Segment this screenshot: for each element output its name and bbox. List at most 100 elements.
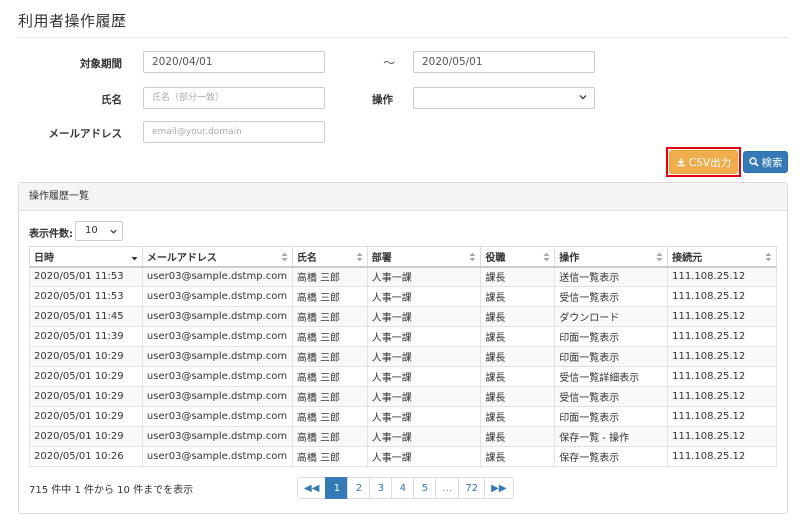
- chevron-down-icon: [579, 95, 587, 100]
- table-cell: 高橋 三郎: [291, 326, 368, 347]
- table-cell: 111.108.25.12: [667, 306, 777, 327]
- column-header-label: 氏名: [296, 252, 317, 264]
- name-label: 氏名: [101, 94, 122, 106]
- table-cell: 2020/05/01 11:45: [29, 306, 143, 327]
- table-cell: 人事一課: [366, 446, 482, 467]
- sort-icon: [765, 252, 772, 262]
- page-ellipsis[interactable]: …: [435, 477, 460, 499]
- sort-icon: [469, 252, 476, 262]
- range-separator: ～: [383, 56, 396, 70]
- table-row: 2020/05/01 10:29 user03@sample.dstmp.com 高…: [29, 386, 777, 407]
- column-header-source[interactable]: 接続元: [667, 246, 777, 268]
- email-input[interactable]: email@your.domain: [143, 121, 325, 143]
- table-cell: 人事一課: [366, 386, 482, 407]
- table-cell: user03@sample.dstmp.com: [141, 326, 293, 347]
- table-cell: 高橋 三郎: [291, 306, 368, 327]
- column-header-operation[interactable]: 操作: [554, 246, 669, 268]
- page-link[interactable]: 5: [413, 477, 437, 499]
- table-row: 2020/05/01 10:26 user03@sample.dstmp.com 高…: [29, 446, 777, 467]
- table-cell: 111.108.25.12: [667, 406, 777, 427]
- table-cell: 2020/05/01 10:29: [29, 346, 143, 367]
- operation-label: 操作: [372, 94, 393, 106]
- table-cell: 課長: [480, 406, 556, 427]
- table-cell: 課長: [480, 426, 556, 447]
- table-cell: 高橋 三郎: [291, 346, 368, 367]
- table-cell: 課長: [480, 286, 556, 307]
- column-header-name[interactable]: 氏名: [291, 246, 368, 268]
- column-header-label: 部署: [371, 252, 392, 264]
- table-row: 2020/05/01 11:53 user03@sample.dstmp.com 高…: [29, 286, 777, 307]
- table-cell: 111.108.25.12: [667, 446, 777, 467]
- table-row: 2020/05/01 11:39 user03@sample.dstmp.com 高…: [29, 326, 777, 347]
- email-label: メールアドレス: [48, 128, 123, 140]
- pagination: ◀◀ 1 2 3 4 5… 72 ▶▶: [297, 477, 514, 499]
- table-row: 2020/05/01 11:45 user03@sample.dstmp.com 高…: [29, 306, 777, 327]
- column-header-email[interactable]: メールアドレス: [141, 246, 293, 268]
- table-header-row: 日時 メールアドレス 氏名 部署 役職 操作 接続元: [29, 246, 777, 268]
- chevron-down-icon: [110, 229, 117, 234]
- table-cell: 2020/05/01 10:26: [29, 446, 143, 467]
- column-header-label: メールアドレス: [146, 252, 217, 264]
- search-button[interactable]: 検索: [743, 151, 788, 173]
- date-to-input[interactable]: 2020/05/01: [413, 51, 595, 73]
- operation-select[interactable]: [413, 87, 595, 109]
- table-cell: 高橋 三郎: [291, 366, 368, 387]
- page-link[interactable]: 1: [325, 477, 349, 499]
- table-cell: user03@sample.dstmp.com: [141, 286, 293, 307]
- table-cell: 課長: [480, 366, 556, 387]
- table-cell: 2020/05/01 10:29: [29, 386, 143, 407]
- table-row: 2020/05/01 10:29 user03@sample.dstmp.com 高…: [29, 406, 777, 427]
- sort-icon: [656, 252, 663, 262]
- table-cell: user03@sample.dstmp.com: [141, 266, 293, 287]
- table-cell: 2020/05/01 11:39: [29, 326, 143, 347]
- page-link[interactable]: 2: [347, 477, 371, 499]
- page-size-select[interactable]: 10: [75, 221, 123, 241]
- table-cell: ダウンロード: [554, 306, 669, 327]
- table-cell: 高橋 三郎: [291, 266, 368, 287]
- table-cell: 人事一課: [366, 286, 482, 307]
- column-header-position[interactable]: 役職: [480, 246, 556, 268]
- csv-export-button[interactable]: CSV出力: [669, 150, 738, 174]
- table-cell: user03@sample.dstmp.com: [141, 366, 293, 387]
- table-body: 2020/05/01 11:53 user03@sample.dstmp.com 高…: [29, 266, 777, 467]
- table-cell: 高橋 三郎: [291, 446, 368, 467]
- page-link[interactable]: 3: [369, 477, 393, 499]
- table-cell: 111.108.25.12: [667, 346, 777, 367]
- date-from-input[interactable]: 2020/04/01: [143, 51, 325, 73]
- panel-heading: 操作履歴一覧: [19, 183, 787, 211]
- table-cell: 課長: [480, 446, 556, 467]
- page-link[interactable]: 4: [391, 477, 415, 499]
- search-label: 検索: [761, 156, 783, 169]
- page-link[interactable]: 72: [458, 477, 486, 499]
- table-cell: 高橋 三郎: [291, 426, 368, 447]
- table-cell: user03@sample.dstmp.com: [141, 426, 293, 447]
- table-cell: 2020/05/01 10:29: [29, 406, 143, 427]
- sort-icon: [543, 252, 550, 262]
- page-last-button[interactable]: ▶▶: [484, 477, 514, 499]
- column-header-label: 操作: [559, 252, 580, 264]
- table-cell: 保存一覧 - 操作: [554, 426, 669, 447]
- table-cell: user03@sample.dstmp.com: [141, 406, 293, 427]
- period-label: 対象期間: [80, 58, 122, 70]
- table-cell: 人事一課: [366, 426, 482, 447]
- page-first-button[interactable]: ◀◀: [297, 477, 327, 499]
- pagination-summary: 715 件中 1 件から 10 件までを表示: [29, 485, 194, 496]
- table-cell: 課長: [480, 306, 556, 327]
- table-cell: 人事一課: [366, 326, 482, 347]
- table-row: 2020/05/01 11:53 user03@sample.dstmp.com 高…: [29, 266, 777, 287]
- table-cell: 保存一覧表示: [554, 446, 669, 467]
- table-cell: 高橋 三郎: [291, 386, 368, 407]
- table-cell: 受信一覧表示: [554, 386, 669, 407]
- sort-icon: [281, 252, 288, 262]
- table-cell: 課長: [480, 346, 556, 367]
- column-header-label: 日時: [34, 252, 54, 264]
- table-cell: 111.108.25.12: [667, 286, 777, 307]
- table-cell: 111.108.25.12: [667, 386, 777, 407]
- table-cell: 111.108.25.12: [667, 366, 777, 387]
- table-cell: 人事一課: [366, 266, 482, 287]
- column-header-department[interactable]: 部署: [366, 246, 482, 268]
- table-cell: 人事一課: [366, 346, 482, 367]
- table-cell: 2020/05/01 11:53: [29, 286, 143, 307]
- column-header-datetime[interactable]: 日時: [29, 246, 143, 268]
- table-cell: 111.108.25.12: [667, 266, 777, 287]
